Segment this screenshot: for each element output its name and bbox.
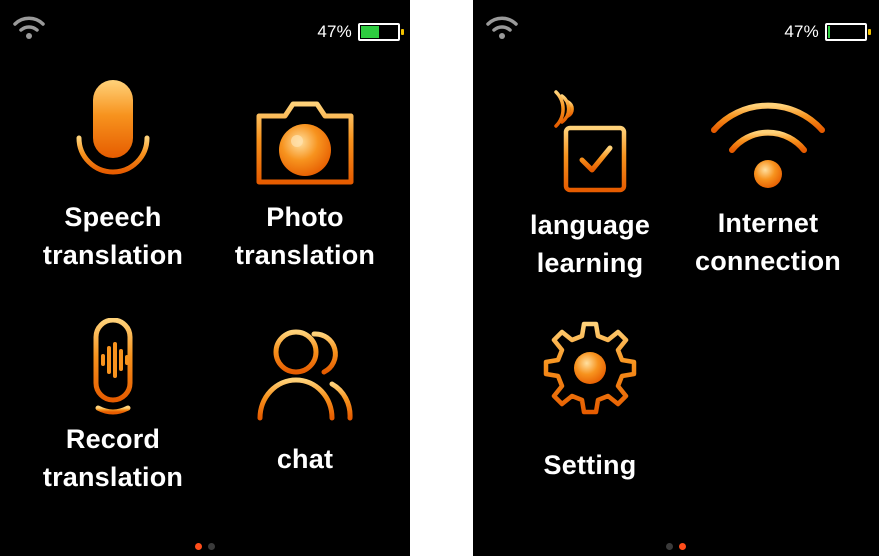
- speech-translation-button[interactable]: Speech translation: [18, 78, 208, 274]
- home-screen-page-1: 47% Speechtranslation Phototranslation: [0, 0, 410, 556]
- battery-icon: [358, 23, 404, 41]
- chat-label: chat: [276, 444, 334, 474]
- internet-connection-button[interactable]: Internet connection: [673, 94, 863, 280]
- wifi-status-icon: [13, 16, 45, 39]
- record-translation-button[interactable]: Record translation: [18, 318, 208, 496]
- chat-button[interactable]: chat: [210, 326, 400, 478]
- speech-translation-label: Speech translation: [42, 202, 184, 270]
- language-learning-icon: [554, 90, 627, 193]
- wifi-large-icon: [711, 102, 825, 188]
- setting-button[interactable]: Setting: [495, 320, 685, 484]
- camera-icon: [256, 101, 354, 185]
- users-icon: [257, 329, 353, 421]
- battery-status: 47%: [784, 22, 871, 42]
- battery-percent: 47%: [784, 22, 819, 41]
- wifi-status-icon: [486, 16, 518, 39]
- language-learning-label: language learning: [529, 210, 651, 278]
- page-dot-2[interactable]: [208, 543, 215, 550]
- home-screen-page-2: 47% language learning Internet connection: [473, 0, 879, 556]
- record-translation-label: Record translation: [42, 424, 184, 492]
- page-indicator: [666, 543, 686, 550]
- gear-icon: [543, 321, 637, 415]
- voice-record-icon: [93, 318, 133, 415]
- microphone-icon: [76, 80, 150, 195]
- battery-icon: [825, 23, 871, 41]
- battery-percent: 47%: [317, 22, 352, 41]
- language-learning-button[interactable]: language learning: [495, 90, 685, 282]
- photo-translation-label: Photo translation: [234, 202, 376, 270]
- photo-translation-button[interactable]: Photo translation: [210, 78, 400, 274]
- page-dot-1[interactable]: [195, 543, 202, 550]
- battery-status: 47%: [317, 22, 404, 42]
- page-dot-1[interactable]: [666, 543, 673, 550]
- internet-connection-label: Internet connection: [694, 208, 841, 276]
- page-indicator: [195, 543, 215, 550]
- setting-label: Setting: [543, 450, 637, 480]
- page-dot-2[interactable]: [679, 543, 686, 550]
